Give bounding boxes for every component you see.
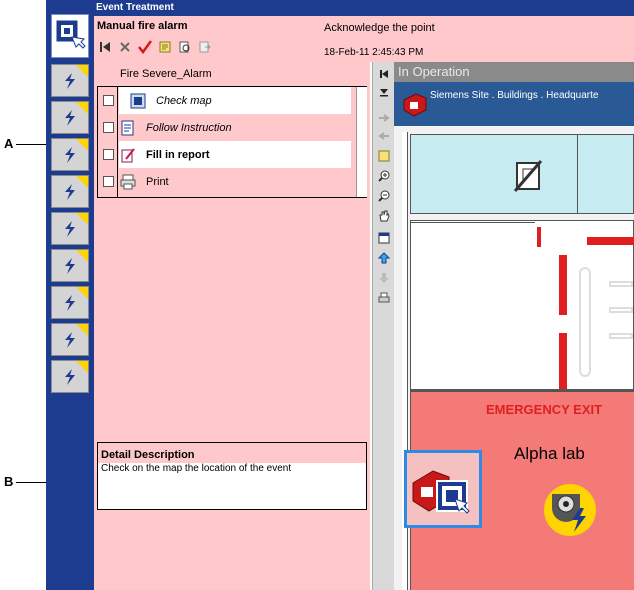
print-preview-icon[interactable] (178, 40, 192, 54)
corridor (410, 220, 634, 390)
step-item-follow-instruction[interactable]: Follow Instruction (98, 114, 353, 141)
event-button-6[interactable] (51, 249, 89, 282)
door-sensor-icon (513, 160, 543, 192)
back-arrow-icon[interactable] (376, 128, 392, 144)
event-toolbar (98, 38, 212, 56)
steps-scrollbar[interactable] (356, 87, 367, 197)
print-icon (120, 174, 136, 189)
first-page-icon[interactable] (376, 66, 392, 82)
step-item-print[interactable]: Print (98, 168, 353, 195)
window-icon[interactable] (376, 230, 392, 246)
camera-alarm-icon[interactable] (540, 478, 600, 538)
breadcrumb-text: Siemens Site . Buildings . Headquarte (430, 90, 599, 101)
room-top (410, 134, 634, 214)
event-button-1[interactable] (51, 64, 89, 97)
steps-header: Fire Severe_Alarm (120, 68, 212, 80)
step-checkbox[interactable] (103, 176, 114, 187)
fire-alarm-map-icon (412, 470, 470, 514)
report-pen-icon (121, 147, 135, 162)
detail-title: Detail Description (98, 443, 366, 463)
window-title: Event Treatment (94, 0, 634, 16)
step-label: Check map (156, 94, 212, 107)
event-button-2[interactable] (51, 101, 89, 134)
detail-text: Check on the map the location of the eve… (101, 463, 292, 474)
level-up-icon[interactable] (376, 250, 392, 266)
callout-a: A (4, 136, 14, 151)
event-button-5[interactable] (51, 212, 89, 245)
event-treatment-button[interactable] (51, 14, 89, 58)
acknowledge-check-icon[interactable] (138, 40, 152, 54)
event-button-9[interactable] (51, 360, 89, 393)
step-label: Fill in report (146, 148, 210, 161)
event-list-rail (46, 0, 94, 590)
fire-alarm-device-icon (403, 93, 427, 117)
emergency-exit-label: EMERGENCY EXIT (486, 402, 603, 417)
step-label: Follow Instruction (146, 121, 232, 134)
notes-icon[interactable] (158, 40, 172, 54)
room-label: Alpha lab (514, 444, 585, 463)
selected-device[interactable] (404, 450, 482, 528)
map-breadcrumb[interactable]: Siemens Site . Buildings . Headquarte (394, 82, 634, 126)
first-step-icon[interactable] (98, 40, 112, 54)
callout-b: B (4, 474, 14, 489)
forward-arrow-icon[interactable] (376, 110, 392, 126)
print-icon[interactable] (376, 290, 392, 306)
detail-box: Detail Description Check on the map the … (97, 442, 367, 510)
event-button-7[interactable] (51, 286, 89, 319)
pan-hand-icon[interactable] (376, 208, 392, 224)
map-icon (130, 93, 146, 108)
step-checkbox[interactable] (103, 95, 114, 106)
zoom-out-icon[interactable] (376, 188, 392, 204)
forward-icon[interactable] (198, 40, 212, 54)
callout-b-line (16, 482, 46, 483)
map-status: In Operation (394, 62, 634, 82)
steps-list: Check map Follow Instruction Fill in rep… (97, 86, 367, 198)
map-toolbar (372, 62, 394, 590)
floor-plan-map[interactable]: In Operation Siemens Site . Buildings . … (394, 62, 634, 590)
acknowledge-text: Acknowledge the point (324, 22, 435, 34)
step-item-check-map[interactable]: Check map (98, 87, 353, 114)
close-icon[interactable] (118, 40, 132, 54)
callout-a-line (16, 144, 46, 145)
step-label: Print (146, 175, 169, 188)
step-checkbox[interactable] (103, 122, 114, 133)
steps-panel: Fire Severe_Alarm Check map Follow Instr… (94, 62, 370, 440)
event-button-3[interactable] (51, 138, 89, 171)
step-checkbox[interactable] (103, 149, 114, 160)
last-page-icon[interactable] (376, 84, 392, 100)
event-header: Manual fire alarm Acknowledge the point … (94, 16, 634, 62)
notes-icon[interactable] (376, 148, 392, 164)
step-item-fill-in-report[interactable]: Fill in report (98, 141, 353, 168)
document-icon (121, 120, 134, 135)
level-down-icon[interactable] (376, 270, 392, 286)
detail-panel: Detail Description Check on the map the … (94, 440, 370, 590)
map-hand-icon (56, 20, 86, 49)
zoom-in-icon[interactable] (376, 168, 392, 184)
event-timestamp: 18-Feb-11 2:45:43 PM (324, 47, 424, 58)
event-button-8[interactable] (51, 323, 89, 356)
event-button-4[interactable] (51, 175, 89, 208)
alarm-title: Manual fire alarm (97, 20, 188, 32)
